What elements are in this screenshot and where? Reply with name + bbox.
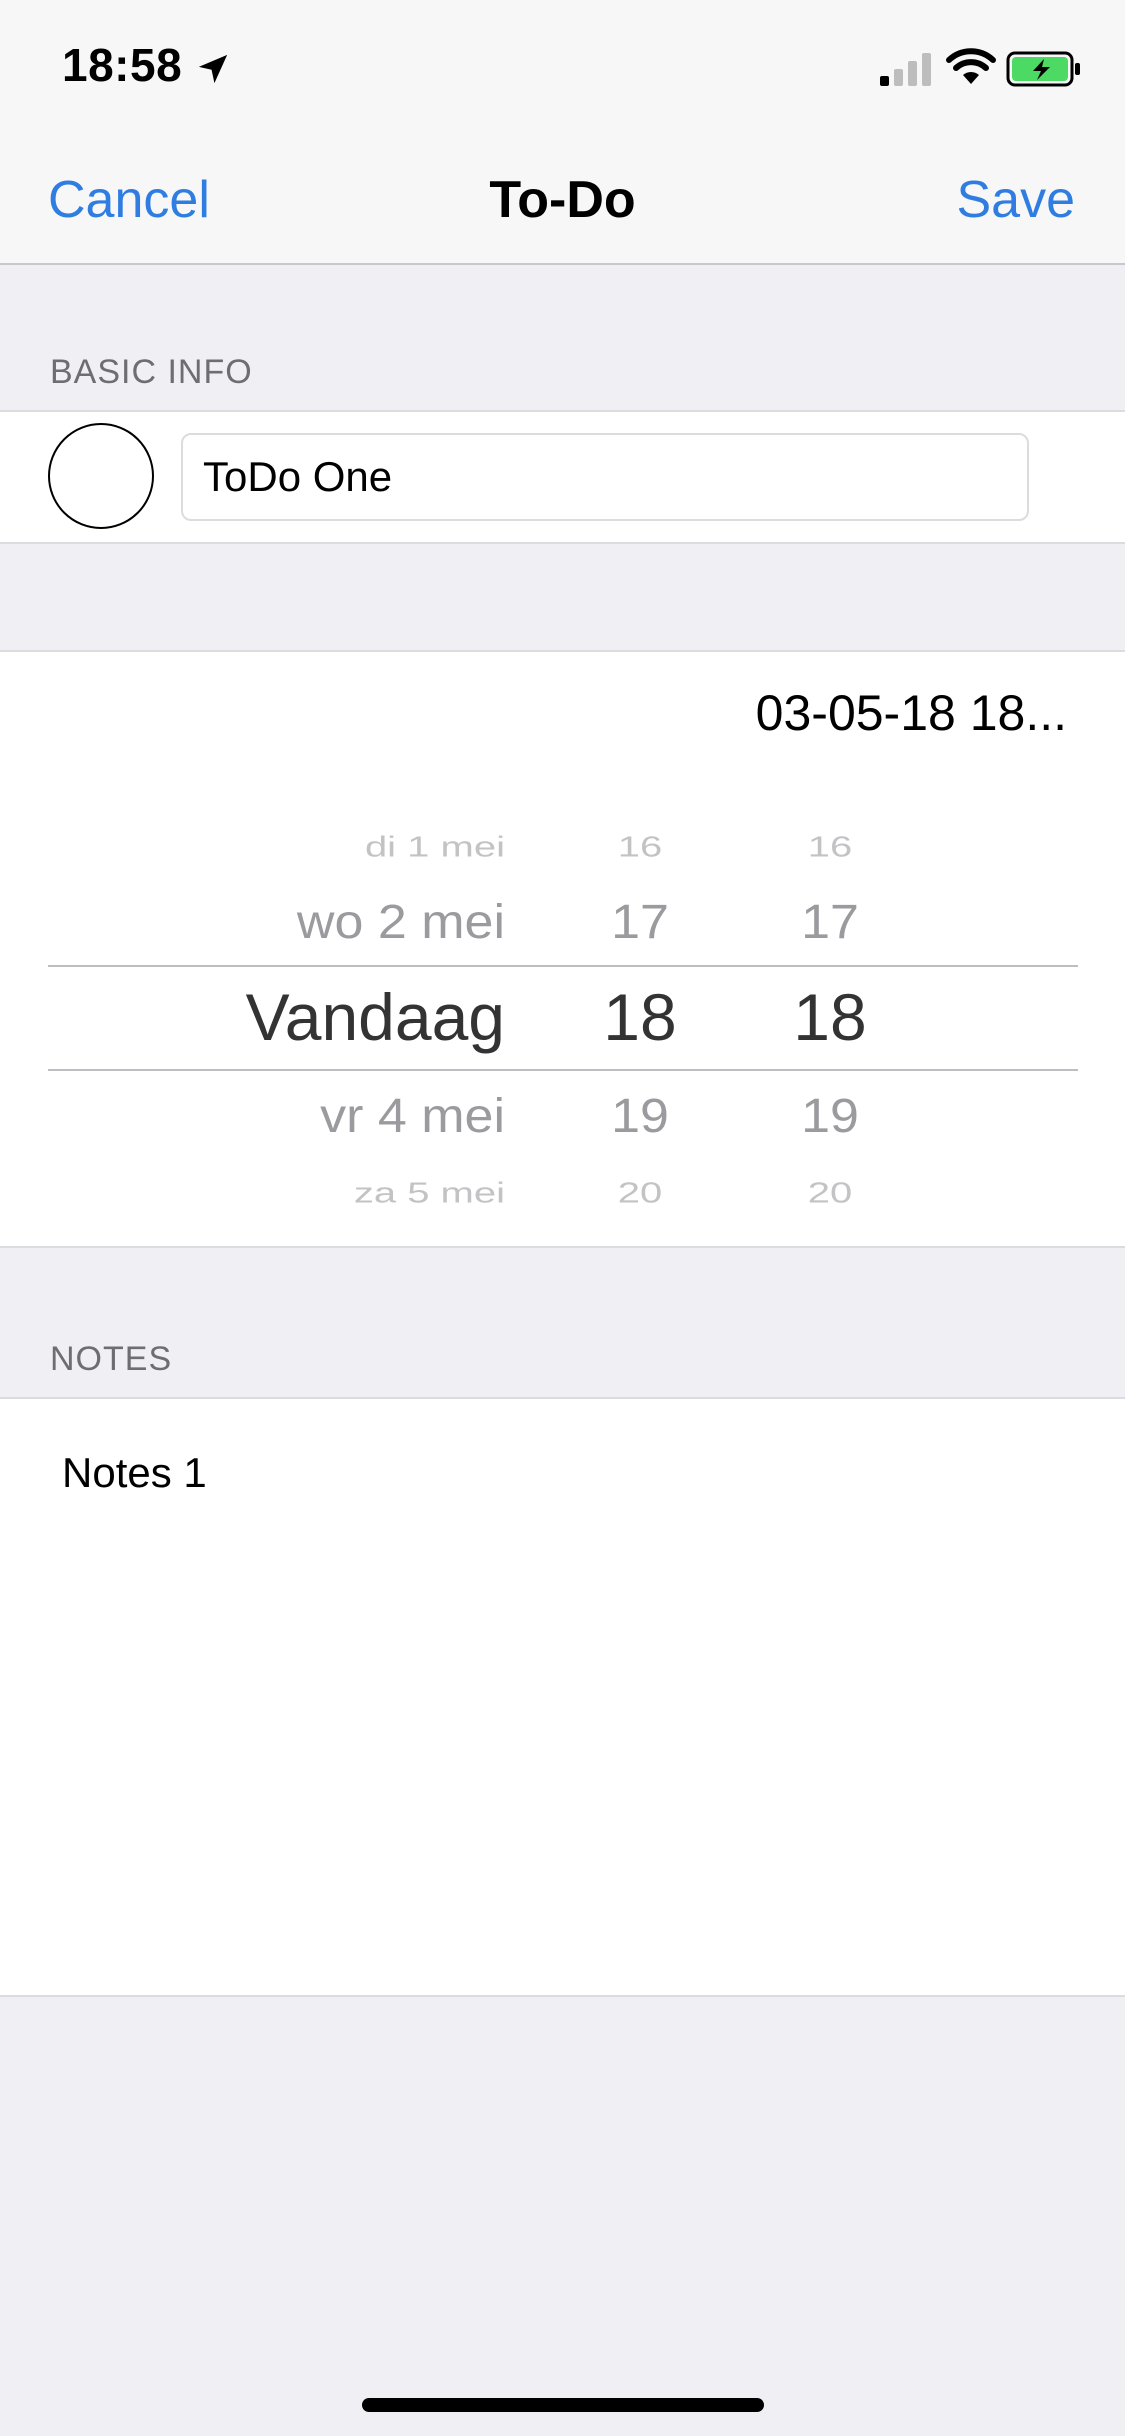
picker-selection-top-line — [48, 965, 1078, 967]
home-indicator[interactable] — [362, 2398, 764, 2412]
completion-checkbox[interactable] — [48, 423, 154, 529]
picker-day-item[interactable]: wo 2 mei — [297, 898, 505, 946]
date-display-label[interactable]: 03-05-18 18... — [756, 684, 1067, 742]
save-button[interactable]: Save — [956, 170, 1075, 230]
picker-selection-bottom-line — [48, 1069, 1078, 1071]
wifi-icon — [946, 48, 996, 84]
status-time: 18:58 — [62, 39, 183, 91]
notes-text: Notes 1 — [62, 1449, 207, 1496]
battery-charging-icon — [1006, 51, 1080, 87]
cellular-signal-icon — [880, 53, 931, 86]
picker-day-item[interactable]: vr 4 mei — [320, 1092, 505, 1140]
picker-day-item[interactable]: za 5 mei — [354, 1179, 505, 1208]
picker-day-selected[interactable]: Vandaag — [246, 984, 505, 1050]
navigation-bar: 18:58 Cancel To-Do Save — [0, 0, 1125, 265]
picker-day-item[interactable]: di 1 mei — [365, 833, 505, 862]
section-header-basic-info: BASIC INFO — [50, 353, 253, 391]
location-arrow-icon — [198, 54, 228, 84]
title-input[interactable] — [181, 433, 1029, 521]
section-header-notes: NOTES — [50, 1340, 173, 1378]
